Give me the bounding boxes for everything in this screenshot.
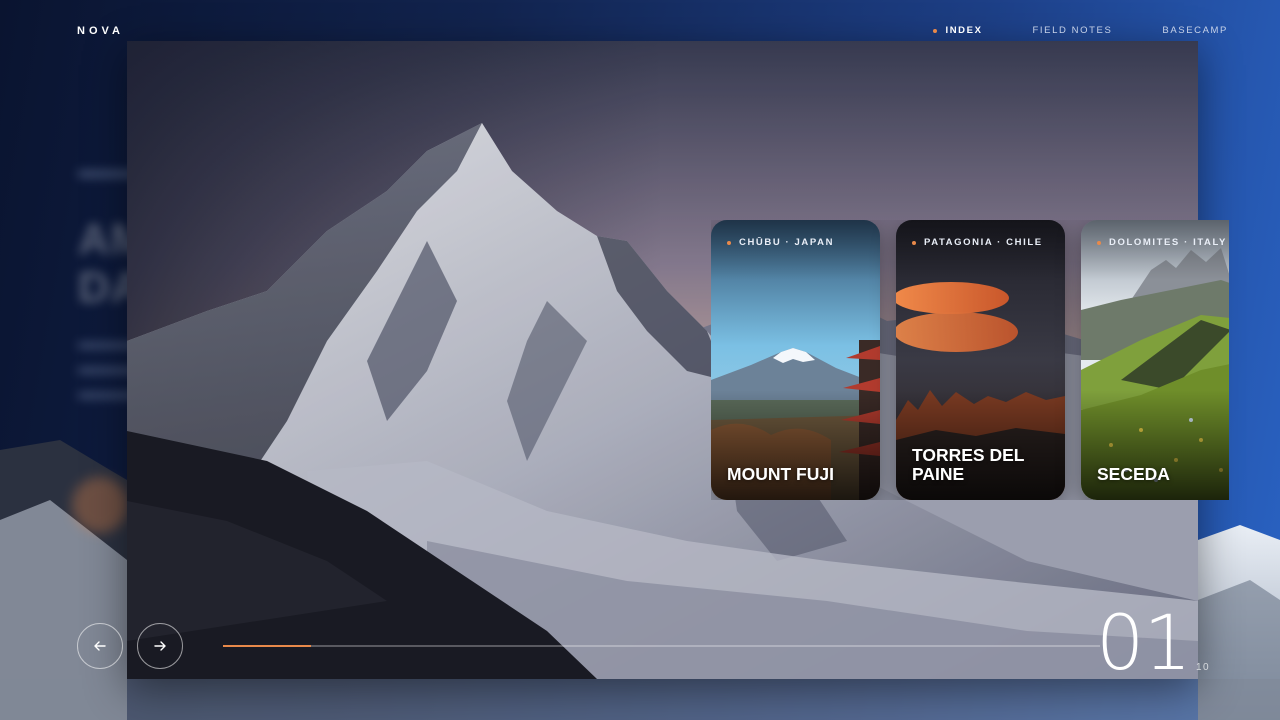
destination-card-torres-del-paine[interactable]: PATAGONIA · CHILE TORRES DEL PAINE <box>896 220 1065 500</box>
card-location-label: CHŪBU · JAPAN <box>739 237 835 248</box>
card-location-tag: CHŪBU · JAPAN <box>727 237 834 248</box>
brand-logo[interactable]: NOVA <box>77 25 124 37</box>
next-slide-button[interactable] <box>137 623 183 669</box>
page: AMA DABLAM <box>0 0 1280 720</box>
slide-progress-bar <box>223 645 1100 647</box>
arrow-right-icon <box>154 641 166 651</box>
nav-item-field-notes[interactable]: FIELD NOTES <box>983 25 1113 36</box>
card-top-gradient <box>1081 220 1229 280</box>
card-location-label: DOLOMITES · ITALY <box>1109 237 1227 248</box>
destination-card-seceda[interactable]: DOLOMITES · ITALY SECEDA <box>1081 220 1229 500</box>
active-indicator-dot <box>933 28 938 33</box>
card-top-gradient <box>711 220 880 280</box>
main-nav: INDEX FIELD NOTES BASECAMP <box>883 25 1228 36</box>
card-location-tag: DOLOMITES · ITALY <box>1097 237 1227 248</box>
card-title: MOUNT FUJI <box>727 464 834 484</box>
current-slide-number: 01 <box>1096 598 1192 687</box>
destination-carousel: CHŪBU · JAPAN MOUNT FUJI PATAGONIA · CHI… <box>711 220 1229 500</box>
tag-dot <box>912 240 916 245</box>
slide-total-label: 10 <box>1196 662 1211 673</box>
destination-card-mount-fuji[interactable]: CHŪBU · JAPAN MOUNT FUJI <box>711 220 880 500</box>
card-location-tag: PATAGONIA · CHILE <box>912 237 1043 248</box>
arrow-left-icon <box>94 641 106 651</box>
tag-dot <box>727 240 731 245</box>
card-location-label: PATAGONIA · CHILE <box>924 237 1043 248</box>
nav-item-label: FIELD NOTES <box>1032 25 1113 36</box>
nav-item-label: BASECAMP <box>1162 25 1228 36</box>
card-title: TORRES DEL PAINE <box>912 445 1025 484</box>
nav-item-basecamp[interactable]: BASECAMP <box>1112 25 1228 36</box>
slide-progress-fill <box>223 645 311 647</box>
tag-dot <box>1097 240 1101 245</box>
card-top-gradient <box>896 220 1065 280</box>
nav-item-index[interactable]: INDEX <box>883 25 982 36</box>
prev-slide-button[interactable] <box>77 623 123 669</box>
nav-item-label: INDEX <box>945 25 983 36</box>
card-title: SECEDA <box>1097 464 1170 484</box>
